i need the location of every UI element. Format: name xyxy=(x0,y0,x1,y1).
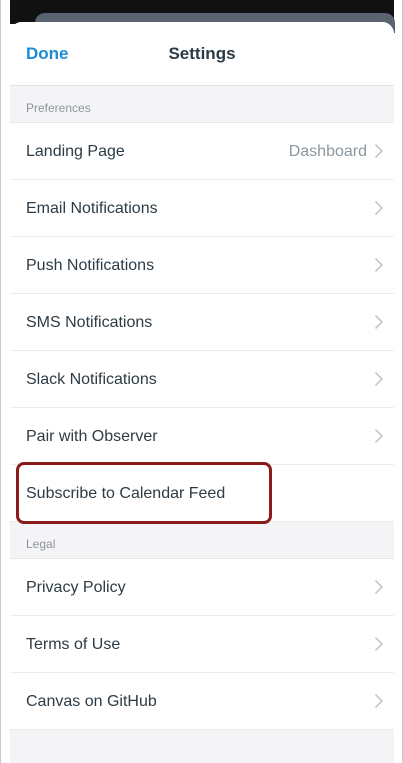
status-bar-background xyxy=(10,0,395,33)
chevron-right-icon xyxy=(375,694,383,708)
navigation-bar: Done Settings xyxy=(10,22,394,86)
row-label: Slack Notifications xyxy=(26,371,157,388)
section-header-preferences: Preferences xyxy=(10,86,394,123)
row-label: Terms of Use xyxy=(26,636,121,653)
page-title: Settings xyxy=(168,44,236,63)
row-label: Privacy Policy xyxy=(26,579,126,596)
row-label: Email Notifications xyxy=(26,200,158,217)
row-push-notifications[interactable]: Push Notifications xyxy=(10,237,394,294)
section-header-legal: Legal xyxy=(10,522,394,559)
chevron-right-icon xyxy=(375,201,383,215)
chevron-right-icon xyxy=(375,429,383,443)
chevron-right-icon xyxy=(375,258,383,272)
row-terms-of-use[interactable]: Terms of Use xyxy=(10,616,394,673)
row-label: Canvas on GitHub xyxy=(26,693,157,710)
chevron-right-icon xyxy=(375,144,383,158)
chevron-right-icon xyxy=(375,580,383,594)
row-canvas-on-github[interactable]: Canvas on GitHub xyxy=(10,673,394,730)
row-label: Push Notifications xyxy=(26,257,155,274)
row-label: Landing Page xyxy=(26,143,125,160)
row-slack-notifications[interactable]: Slack Notifications xyxy=(10,351,394,408)
chevron-right-icon xyxy=(375,315,383,329)
row-privacy-policy[interactable]: Privacy Policy xyxy=(10,559,394,616)
row-label: SMS Notifications xyxy=(26,314,153,331)
row-label: Pair with Observer xyxy=(26,428,158,445)
chevron-right-icon xyxy=(375,372,383,386)
row-subscribe-calendar-feed[interactable]: Subscribe to Calendar Feed xyxy=(10,465,394,522)
row-email-notifications[interactable]: Email Notifications xyxy=(10,180,394,237)
table-footer xyxy=(10,730,394,763)
row-value: Dashboard xyxy=(288,143,367,160)
chevron-right-icon xyxy=(375,637,383,651)
row-pair-with-observer[interactable]: Pair with Observer xyxy=(10,408,394,465)
row-label: Subscribe to Calendar Feed xyxy=(26,485,226,502)
phone-frame: Done Settings Preferences Landing Page D… xyxy=(0,0,403,763)
row-landing-page[interactable]: Landing Page Dashboard xyxy=(10,123,394,180)
settings-sheet: Done Settings Preferences Landing Page D… xyxy=(10,22,394,763)
row-sms-notifications[interactable]: SMS Notifications xyxy=(10,294,394,351)
